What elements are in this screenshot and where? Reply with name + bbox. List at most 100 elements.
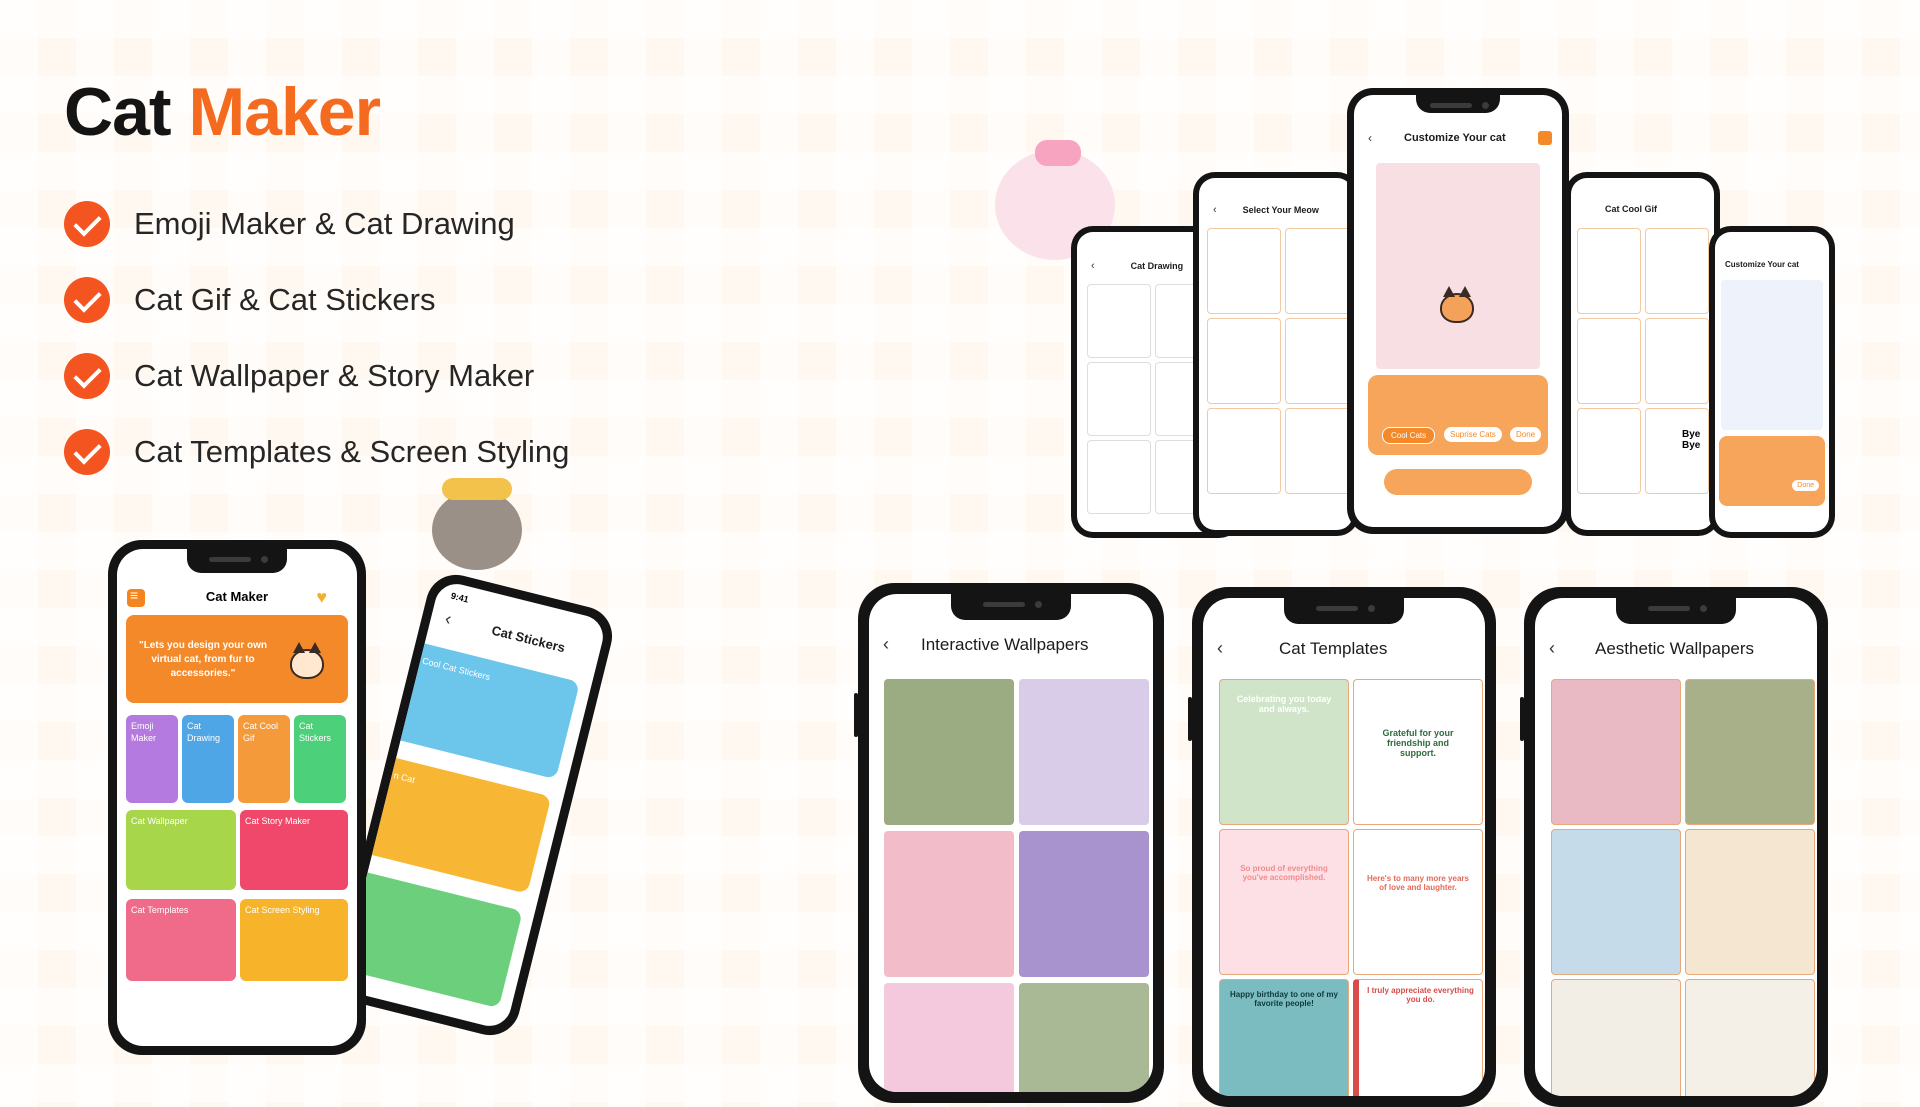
phone-customize-cat: ‹ Customize Your cat Cool Cats Suprise C… [1347,88,1569,534]
gif-tile[interactable] [1577,228,1641,314]
card-cat-drawing[interactable]: Cat Drawing [182,715,234,803]
headline: Cat Maker [64,78,381,146]
sticker-strip-2[interactable]: n Cat [362,755,552,894]
meow-tile[interactable] [1207,318,1281,404]
drawing-tile[interactable] [1087,440,1151,514]
template-card[interactable]: So proud of everything you've accomplish… [1219,829,1349,975]
wallpaper-tile[interactable] [1019,983,1149,1092]
wallpaper-tile[interactable] [1551,679,1681,825]
banner-quote: "Lets you design your own virtual cat, f… [138,640,268,679]
gif-tile[interactable] [1577,408,1641,494]
card-cat-templates[interactable]: Cat Templates [126,899,236,981]
template-card[interactable]: Grateful for your friendship and support… [1353,679,1483,825]
notch [1284,598,1404,624]
card-cat-cool-gif[interactable]: Cat Cool Gif [238,715,290,803]
back-icon[interactable]: ‹ [1091,260,1095,272]
sticker-strip-3[interactable] [338,870,523,1009]
done-button[interactable]: Done [1510,427,1542,442]
phone-aesthetic-wallpapers: ‹ Aesthetic Wallpapers [1520,587,1828,1107]
check-icon [64,429,110,475]
template-card[interactable]: Here's to many more years of love and la… [1353,829,1483,975]
phone-home: Cat Maker ♥ "Lets you design your own vi… [108,540,366,1055]
screen: ‹ Interactive Wallpapers [869,594,1153,1092]
back-icon[interactable]: ‹ [1549,638,1555,659]
feature-list: Emoji Maker & Cat Drawing Cat Gif & Cat … [64,186,569,490]
notch [951,594,1071,620]
feature-label: Cat Templates & Screen Styling [134,434,570,469]
status-time: 9:41 [449,590,470,605]
cat-illustration [290,642,324,679]
mascot-cat-illustration [412,470,542,580]
gif-tile[interactable] [1577,318,1641,404]
back-icon[interactable]: ‹ [1217,638,1223,659]
wallpaper-tile[interactable] [1551,979,1681,1096]
screen-title: Cat Cool Gif [1605,204,1657,214]
app-bar: ‹ Customize Your cat [1354,131,1562,145]
customize-canvas[interactable] [1376,163,1540,369]
template-card[interactable]: Happy birthday to one of my favorite peo… [1219,979,1349,1096]
gif-tile[interactable] [1645,318,1709,404]
card-cat-stickers[interactable]: Cat Stickers [294,715,346,803]
cool-cats-button[interactable]: Cool Cats [1382,427,1436,444]
check-icon [64,353,110,399]
screen: ‹ Select Your Meow [1199,178,1353,530]
card-emoji-maker[interactable]: Emoji Maker [126,715,178,803]
heart-icon[interactable]: ♥ [316,587,327,608]
screen-title: Select Your Meow [1242,205,1319,215]
wallpaper-tile[interactable] [884,831,1014,977]
feature-item: Cat Wallpaper & Story Maker [64,338,569,414]
drawing-tile[interactable] [1087,284,1151,358]
phone-customize-2: Customize Your cat Done [1709,226,1835,538]
wallpaper-tile[interactable] [884,983,1014,1092]
bye-bye-tile[interactable]: Bye Bye [1645,408,1709,494]
app-bar: ‹ Aesthetic Wallpapers [1535,638,1817,659]
check-icon [64,201,110,247]
meow-tile[interactable] [1207,228,1281,314]
bottom-tab-bar[interactable] [1384,469,1532,495]
card-cat-wallpaper[interactable]: Cat Wallpaper [126,810,236,890]
screen: Cat Cool Gif Bye Bye [1571,178,1714,530]
screen: ‹ Aesthetic Wallpapers [1535,598,1817,1096]
meow-tile[interactable] [1285,318,1353,404]
cat-illustration [1440,286,1474,323]
back-icon[interactable]: ‹ [883,634,889,655]
side-key [854,693,858,737]
wallpaper-tile[interactable] [884,679,1014,825]
meow-tile[interactable] [1207,408,1281,494]
template-card[interactable]: Celebrating you today and always. [1219,679,1349,825]
screen: ‹ Cat Templates Celebrating you today an… [1203,598,1485,1096]
sticker-strip-1[interactable]: Cool Cat Stickers [390,641,580,780]
meow-tile[interactable] [1285,408,1353,494]
gif-tile[interactable] [1645,228,1709,314]
wallpaper-tile[interactable] [1551,829,1681,975]
card-cat-story-maker[interactable]: Cat Story Maker [240,810,348,890]
phone-cat-stickers: 9:41 ‹ Cat Stickers Cool Cat Stickers n … [327,568,619,1042]
screen-title: Aesthetic Wallpapers [1595,638,1755,658]
back-icon[interactable]: ‹ [1213,204,1217,216]
wallpaper-tile[interactable] [1019,831,1149,977]
customize-tray: Cool Cats Suprise Cats Done [1368,375,1548,455]
meow-tile[interactable] [1285,228,1353,314]
card-cat-screen-styling[interactable]: Cat Screen Styling [240,899,348,981]
suprise-cats-button[interactable]: Suprise Cats [1444,427,1502,442]
wallpaper-tile[interactable] [1685,979,1815,1096]
feature-label: Cat Gif & Cat Stickers [134,282,436,317]
app-bar: Cat Cool Gif [1571,204,1714,214]
screen: Cat Maker ♥ "Lets you design your own vi… [117,549,357,1046]
back-icon[interactable]: ‹ [443,608,454,630]
notch [187,549,287,573]
done-button[interactable]: Done [1792,480,1819,491]
feature-label: Cat Wallpaper & Story Maker [134,358,535,393]
drawing-tile[interactable] [1087,362,1151,436]
template-card[interactable]: I truly appreciate everything you do. [1353,979,1483,1096]
phone-cat-templates: ‹ Cat Templates Celebrating you today an… [1188,587,1496,1107]
feature-item: Cat Gif & Cat Stickers [64,262,569,338]
wallpaper-tile[interactable] [1685,829,1815,975]
wallpaper-tile[interactable] [1019,679,1149,825]
feature-item: Emoji Maker & Cat Drawing [64,186,569,262]
back-icon[interactable]: ‹ [1368,131,1372,145]
screen-title: Interactive Wallpapers [921,634,1089,654]
download-icon[interactable] [1538,131,1552,145]
wallpaper-tile[interactable] [1685,679,1815,825]
doodle-canvas[interactable] [1721,280,1823,430]
